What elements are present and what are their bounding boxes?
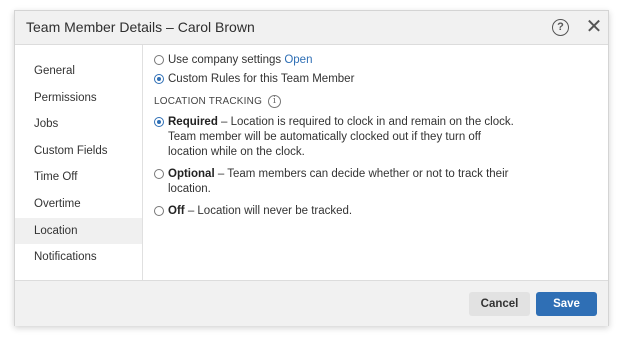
tracking-option-required[interactable]: Required – Location is required to clock… xyxy=(154,115,594,160)
sidebar-item-permissions[interactable]: Permissions xyxy=(15,85,142,112)
sidebar-item-location[interactable]: Location xyxy=(15,217,142,245)
team-member-details-dialog: Team Member Details – Carol Brown ? ✕ Ge… xyxy=(14,10,609,326)
required-option-desc: – Location is required to clock in and r… xyxy=(221,116,514,128)
save-button[interactable]: Save xyxy=(536,292,597,316)
company-settings-option[interactable]: Use company settings Open xyxy=(154,53,594,68)
optional-option-desc: – Team members can decide whether or not… xyxy=(217,168,509,180)
custom-rules-radio[interactable] xyxy=(154,74,164,84)
dialog-title: Team Member Details – Carol Brown xyxy=(26,19,255,35)
location-tracking-heading: LOCATION TRACKING xyxy=(154,96,263,107)
custom-rules-option[interactable]: Custom Rules for this Team Member xyxy=(154,72,594,87)
sidebar-nav: General Permissions Jobs Custom Fields T… xyxy=(15,45,143,280)
optional-option-name: Optional xyxy=(168,168,215,180)
open-company-settings-link[interactable]: Open xyxy=(284,54,312,66)
off-option-desc: – Location will never be tracked. xyxy=(187,205,353,217)
sidebar-item-time-off[interactable]: Time Off xyxy=(15,164,142,191)
company-settings-radio[interactable] xyxy=(154,55,164,65)
off-option-name: Off xyxy=(168,205,185,217)
location-tracking-heading-row: LOCATION TRACKING i xyxy=(154,95,594,108)
sidebar-item-custom-fields[interactable]: Custom Fields xyxy=(15,138,142,165)
required-option-desc-line2: Team member will be automatically clocke… xyxy=(168,131,481,143)
tracking-option-optional[interactable]: Optional – Team members can decide wheth… xyxy=(154,167,594,197)
dialog-footer: Cancel Save xyxy=(15,280,608,326)
location-settings-panel: Use company settings Open Custom Rules f… xyxy=(154,53,594,219)
tracking-option-off[interactable]: Off – Location will never be tracked. xyxy=(154,204,594,219)
help-circle-icon[interactable]: ? xyxy=(552,19,569,36)
company-settings-label: Use company settings xyxy=(168,54,282,66)
off-radio[interactable] xyxy=(154,206,164,216)
sidebar-item-overtime[interactable]: Overtime xyxy=(15,191,142,218)
optional-radio[interactable] xyxy=(154,169,164,179)
custom-rules-label: Custom Rules for this Team Member xyxy=(168,73,355,85)
sidebar-item-notifications[interactable]: Notifications xyxy=(15,244,142,271)
close-icon[interactable]: ✕ xyxy=(585,16,603,38)
optional-option-desc-line2: location. xyxy=(168,183,211,195)
dialog-titlebar: Team Member Details – Carol Brown ? ✕ xyxy=(15,11,608,45)
sidebar-item-jobs[interactable]: Jobs xyxy=(15,111,142,138)
cancel-button[interactable]: Cancel xyxy=(469,292,530,316)
required-option-desc-line3: location while on the clock. xyxy=(168,146,305,158)
sidebar-item-general[interactable]: General xyxy=(15,58,142,85)
required-radio[interactable] xyxy=(154,117,164,127)
info-icon[interactable]: i xyxy=(268,95,282,108)
required-option-name: Required xyxy=(168,116,218,128)
